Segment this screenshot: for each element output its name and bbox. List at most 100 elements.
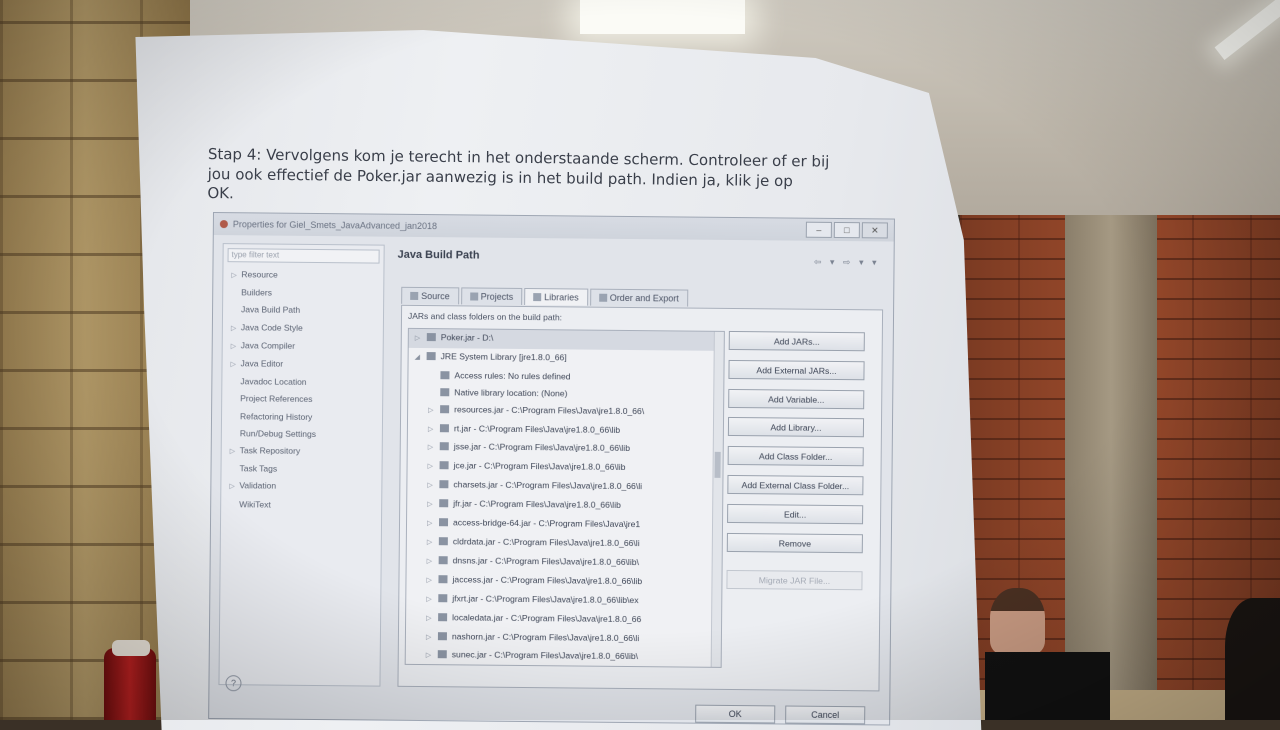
tab-source[interactable]: Source [401, 287, 459, 305]
tab-order-export[interactable]: Order and Export [590, 289, 688, 307]
expand-arrow-icon[interactable]: ▷ [428, 403, 438, 420]
cancel-button[interactable]: Cancel [785, 706, 865, 725]
library-icon [427, 352, 436, 360]
close-icon[interactable]: ✕ [862, 222, 888, 238]
nav-item[interactable]: Java Build Path [223, 302, 383, 321]
expand-arrow-icon[interactable]: ▷ [427, 516, 437, 533]
expand-arrow-icon[interactable]: ◢ [415, 350, 425, 367]
projects-icon [470, 292, 478, 300]
expand-arrow-icon[interactable]: ▷ [426, 648, 436, 665]
expand-arrow-icon[interactable]: ▷ [231, 320, 241, 337]
expand-arrow-icon[interactable]: ▷ [230, 356, 240, 373]
list-item[interactable]: ▷resources.jar - C:\Program Files\Java\j… [408, 401, 723, 423]
jar-icon [440, 443, 449, 451]
jar-icon [440, 388, 449, 396]
jar-icon [439, 499, 448, 507]
expand-arrow-icon[interactable]: ▷ [426, 573, 436, 590]
nav-item-label: Java Compiler [241, 340, 295, 351]
nav-item[interactable]: WikiText [221, 496, 381, 515]
expand-arrow-icon[interactable]: ▷ [428, 441, 438, 458]
list-item[interactable]: ▷jfxrt.jar - C:\Program Files\Java\jre1.… [406, 590, 721, 612]
help-icon[interactable]: ? [225, 675, 241, 691]
expand-arrow-icon[interactable]: ▷ [426, 592, 436, 609]
entry-label: jsse.jar - C:\Program Files\Java\jre1.8.… [454, 442, 630, 454]
expand-arrow-icon[interactable]: ▷ [427, 554, 437, 571]
entry-label: jce.jar - C:\Program Files\Java\jre1.8.0… [454, 461, 626, 473]
nav-item[interactable]: Builders [223, 284, 383, 303]
jar-icon [440, 405, 449, 413]
nav-item[interactable]: ▷Java Code Style [223, 319, 383, 339]
list-scrollbar[interactable] [711, 332, 724, 667]
list-label: JARs and class folders on the build path… [402, 306, 882, 326]
expand-arrow-icon[interactable]: ▷ [230, 443, 240, 460]
maximize-icon[interactable]: □ [834, 222, 860, 238]
nav-item-label: WikiText [239, 499, 271, 509]
nav-item[interactable]: ▷Validation [221, 478, 381, 498]
edit-button[interactable]: Edit... [727, 504, 863, 524]
tab-label: Projects [481, 292, 514, 302]
nav-item-label: Run/Debug Settings [240, 428, 316, 439]
entry-label: Poker.jar - D:\ [441, 332, 494, 343]
jar-icon [440, 371, 449, 379]
add-jars-button[interactable]: Add JARs... [729, 331, 865, 351]
expand-arrow-icon[interactable]: ▷ [426, 611, 436, 628]
expand-arrow-icon[interactable]: ▷ [229, 479, 239, 496]
add-library-button[interactable]: Add Library... [728, 417, 864, 437]
dialog-title: Properties for Giel_Smets_JavaAdvanced_j… [233, 219, 437, 231]
minimize-icon[interactable]: – [806, 222, 832, 238]
expand-arrow-icon[interactable]: ▷ [427, 497, 437, 514]
nav-item-label: Resource [241, 269, 277, 279]
add-class-folder-button[interactable]: Add Class Folder... [728, 446, 864, 466]
nav-item[interactable]: ▷Task Repository [222, 442, 382, 462]
instruction-text: Stap 4: Vervolgens kom je terecht in het… [207, 145, 898, 212]
navigation-pane: type filter text ▷ResourceBuildersJava B… [218, 243, 384, 687]
ok-button[interactable]: OK [695, 705, 775, 724]
nav-item-label: Task Repository [240, 445, 301, 456]
tab-label: Order and Export [610, 293, 679, 304]
list-item[interactable]: ▷ localedata.jar - C:\Program Files\Java\… [406, 608, 721, 630]
expand-arrow-icon[interactable]: ▷ [426, 630, 436, 647]
scroll-thumb[interactable] [714, 452, 720, 478]
expand-arrow-icon[interactable]: ▷ [415, 331, 425, 348]
filter-input[interactable]: type filter text [228, 248, 380, 263]
properties-dialog: Properties for Giel_Smets_JavaAdvanced_j… [208, 212, 895, 726]
tab-bar: Source Projects Libraries Order and Expo… [401, 287, 690, 307]
nav-item-label: Java Editor [241, 358, 284, 368]
list-item[interactable]: ▷ jaccess.jar - C:\Program Files\Java\jre… [406, 571, 721, 593]
nav-item[interactable]: Refactoring History [222, 408, 382, 427]
nav-item-label: Task Tags [239, 464, 277, 474]
add-variable-button[interactable]: Add Variable... [728, 389, 864, 409]
entry-label: jaccess.jar - C:\Program Files\Java\jre1… [452, 574, 642, 586]
entry-label: localedata.jar - C:\Program Files\Java\j… [452, 612, 641, 624]
jar-icon [440, 462, 449, 470]
expand-arrow-icon[interactable]: ▷ [231, 338, 241, 355]
add-external-class-folder-button[interactable]: Add External Class Folder... [727, 475, 863, 495]
entry-rows: ▷Poker.jar - D:\◢JRE System Library [jre… [405, 329, 723, 668]
tab-projects[interactable]: Projects [461, 287, 523, 305]
tab-libraries[interactable]: Libraries [524, 288, 588, 306]
expand-arrow-icon[interactable]: ▷ [427, 478, 437, 495]
nav-item[interactable]: Task Tags [221, 460, 381, 479]
nav-item[interactable]: Javadoc Location [222, 373, 382, 392]
add-external-jars-button[interactable]: Add External JARs... [728, 360, 864, 380]
nav-item[interactable]: ▷Java Editor [222, 355, 382, 375]
expand-arrow-icon[interactable]: ▷ [428, 422, 438, 439]
expand-arrow-icon[interactable]: ▷ [427, 459, 437, 476]
expand-arrow-icon[interactable]: ▷ [231, 267, 241, 284]
jar-icon [438, 613, 447, 621]
jar-icon [427, 333, 436, 341]
nav-item[interactable]: Run/Debug Settings [222, 425, 382, 444]
remove-button[interactable]: Remove [727, 533, 863, 553]
expand-arrow-icon[interactable]: ▷ [427, 535, 437, 552]
jar-icon [438, 651, 447, 659]
entry-label: cldrdata.jar - C:\Program Files\Java\jre… [453, 536, 640, 548]
entry-label: nashorn.jar - C:\Program Files\Java\jre1… [452, 631, 639, 643]
nav-item[interactable]: ▷Java Compiler [223, 337, 383, 357]
nav-item-label: Refactoring History [240, 411, 312, 422]
nav-item-label: Javadoc Location [240, 376, 306, 387]
history-nav-icons[interactable]: ⇦ ▾ ⇨ ▾ ▾ [814, 257, 880, 269]
expand-arrow-icon[interactable]: ▷ [425, 667, 435, 668]
order-icon [599, 294, 607, 302]
nav-item[interactable]: ▷Resource [223, 266, 383, 286]
nav-item[interactable]: Project References [222, 391, 382, 410]
